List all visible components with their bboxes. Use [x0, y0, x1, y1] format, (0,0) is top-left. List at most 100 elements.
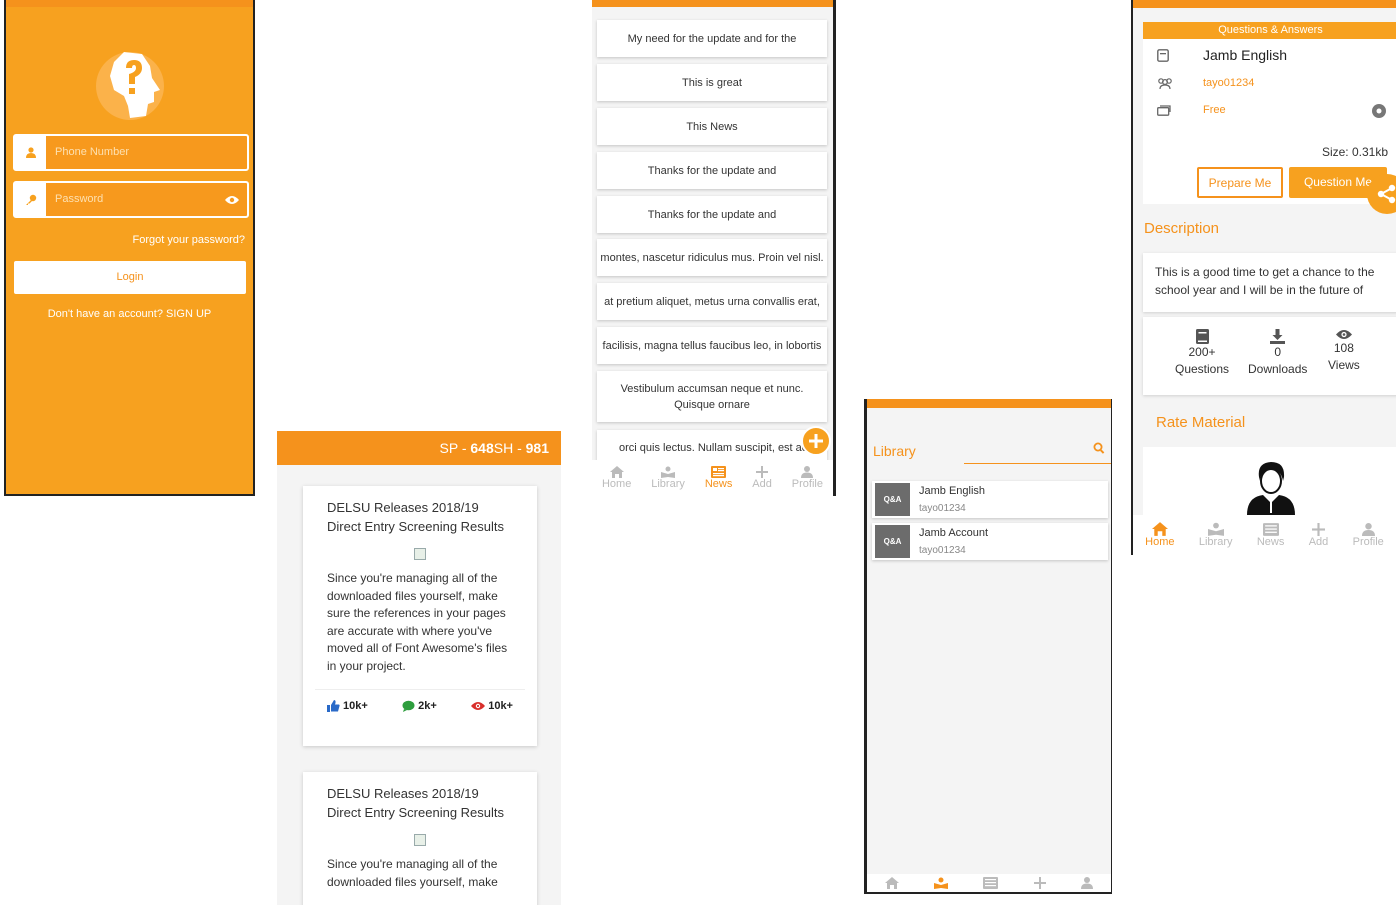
forgot-password-link[interactable]: Forgot your password?: [133, 234, 246, 246]
add-comment-button[interactable]: [801, 426, 831, 456]
comment-item[interactable]: Vestibulum accumsan neque et nunc. Quisq…: [597, 371, 827, 422]
questions-stat: 200+ Questions: [1175, 329, 1229, 378]
views-count: 10k+: [488, 700, 513, 712]
comment-item[interactable]: at pretium aliquet, metus urna convallis…: [597, 283, 827, 320]
status-bar: [867, 399, 1111, 408]
downloads-stat: 0 Downloads: [1248, 329, 1307, 378]
phone-field[interactable]: Phone Number: [13, 134, 249, 171]
money-icon: [1157, 105, 1171, 116]
stat-value: 108: [1333, 341, 1354, 355]
nav-label: Profile: [1352, 535, 1384, 548]
nav-news[interactable]: News: [705, 466, 732, 490]
nav-profile[interactable]: Profile: [792, 466, 823, 490]
nav-home[interactable]: Home: [602, 466, 631, 490]
nav-add[interactable]: Add: [1309, 522, 1328, 548]
home-icon: [1151, 522, 1168, 536]
comment-item[interactable]: montes, nascetur ridiculus mus. Proin ve…: [597, 239, 827, 276]
thumbs-up-icon: [327, 700, 340, 712]
comment-item[interactable]: Thanks for the update and: [597, 152, 827, 189]
password-field[interactable]: Password: [13, 181, 249, 218]
password-placeholder: Password: [55, 193, 104, 205]
section-header: Questions & Answers: [1143, 22, 1396, 39]
comments-count: 2k+: [418, 700, 437, 712]
nav-add[interactable]: Add: [752, 466, 772, 490]
search-underline[interactable]: [964, 463, 1111, 464]
material-stats: 200+ Questions 0 Downloads 108 Views: [1143, 317, 1396, 395]
divider: [315, 689, 525, 690]
user-icon: [801, 466, 814, 478]
file-size: Size: 0.31kb: [1321, 145, 1388, 159]
plus-icon[interactable]: [1033, 877, 1046, 889]
news-card[interactable]: DELSU Releases 2018/19 Direct Entry Scre…: [303, 486, 537, 746]
avatar: [1247, 462, 1295, 515]
rate-material-title: Rate Material: [1156, 414, 1246, 431]
bottom-nav: Home Library News Add Profile: [592, 460, 833, 496]
stat-value: 0: [1274, 345, 1282, 359]
nav-news[interactable]: News: [1257, 522, 1284, 548]
library-item[interactable]: Q&A Jamb English tayo01234: [872, 481, 1108, 518]
nav-home[interactable]: Home: [1145, 522, 1175, 548]
material-detail-screen: Questions & Answers Jamb English tayo012…: [1131, 0, 1396, 555]
signup-link[interactable]: Don't have an account? SIGN UP: [6, 308, 253, 320]
description-title: Description: [1144, 220, 1220, 237]
material-name: Jamb English: [1203, 47, 1288, 63]
plus-icon: [809, 434, 823, 448]
nav-library[interactable]: Library: [651, 466, 685, 490]
views-stat: 108 Views: [1328, 329, 1360, 374]
eye-icon: [1335, 330, 1352, 339]
user-icon: [1361, 522, 1375, 536]
comment-item[interactable]: facilisis, magna tellus faucibus leo, in…: [597, 327, 827, 364]
status-bar: [592, 0, 833, 7]
stat-label: Questions: [1175, 362, 1230, 376]
nav-label: Home: [1145, 536, 1175, 548]
news-icon[interactable]: [983, 877, 999, 889]
comment-item[interactable]: Thanks for the update and: [597, 196, 827, 233]
rate-card: [1143, 447, 1396, 517]
nav-library[interactable]: Library: [1199, 522, 1232, 548]
price-row: Free: [1157, 104, 1226, 116]
library-item[interactable]: Q&A Jamb Account tayo01234: [872, 523, 1108, 560]
prepare-me-button[interactable]: Prepare Me: [1197, 167, 1283, 198]
nav-label: Library: [651, 478, 685, 490]
comment-item[interactable]: This News: [597, 108, 827, 145]
news-card[interactable]: DELSU Releases 2018/19 Direct Entry Scre…: [303, 772, 537, 905]
material-user: tayo01234: [1203, 77, 1255, 89]
login-screen: Phone Number Password Forgot your passwo…: [4, 0, 255, 496]
stat-label: Downloads: [1248, 362, 1308, 376]
share-button[interactable]: [1367, 174, 1396, 214]
broken-image-icon: [414, 834, 426, 846]
comment-item[interactable]: This is great: [597, 64, 827, 101]
news-title: DELSU Releases 2018/19 Direct Entry Scre…: [327, 786, 505, 820]
settings-gear-icon[interactable]: [1372, 104, 1386, 118]
library-icon: [661, 466, 676, 478]
nav-label: Home: [601, 478, 632, 490]
comments-stat[interactable]: 2k+: [402, 700, 437, 712]
bottom-nav: [867, 874, 1111, 892]
stat-label: Views: [1328, 358, 1360, 372]
nav-label: Add: [752, 478, 772, 490]
show-password-eye-icon[interactable]: [225, 192, 239, 210]
news-body: Since you're managing all of the downloa…: [327, 857, 498, 889]
broken-image-icon: [414, 548, 426, 560]
header-prefix: SP -: [439, 440, 471, 456]
home-icon[interactable]: [884, 877, 899, 889]
news-body: Since you're managing all of the downloa…: [327, 571, 508, 673]
stat-value: 200+: [1188, 345, 1216, 359]
search-icon[interactable]: [1093, 442, 1105, 454]
likes-stat[interactable]: 10k+: [327, 700, 368, 712]
comment-item[interactable]: My need for the update and for the: [597, 20, 827, 57]
library-icon[interactable]: [934, 877, 949, 889]
nav-profile[interactable]: Profile: [1352, 522, 1384, 548]
news-icon: [711, 466, 727, 478]
material-name: Jamb English: [919, 485, 986, 497]
eye-icon: [471, 702, 486, 710]
home-icon: [609, 466, 624, 478]
user-icon[interactable]: [1081, 877, 1094, 889]
description-text: This is a good time to get a chance to t…: [1143, 253, 1396, 312]
news-stats: 10k+ 2k+ 10k+: [327, 700, 513, 712]
login-button[interactable]: Login: [14, 261, 246, 294]
material-info-card: Jamb English tayo01234 Free Size: 0.31kb…: [1143, 39, 1396, 204]
news-icon: [1262, 522, 1279, 536]
user-icon: [15, 136, 46, 169]
likes-count: 10k+: [343, 700, 368, 712]
